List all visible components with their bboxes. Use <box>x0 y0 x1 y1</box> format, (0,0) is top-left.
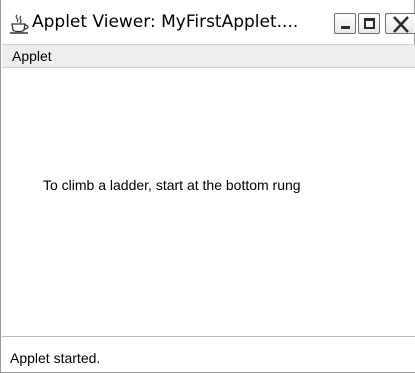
menu-applet[interactable]: Applet <box>12 48 52 64</box>
minimize-button[interactable] <box>334 13 356 34</box>
minimize-icon <box>341 26 350 29</box>
menu-bar: Applet <box>2 44 415 68</box>
close-button[interactable] <box>385 13 415 34</box>
java-coffee-cup-icon[interactable] <box>8 13 30 35</box>
maximize-icon <box>364 18 375 29</box>
close-icon <box>393 16 409 33</box>
status-bar: Applet started. <box>2 336 415 372</box>
applet-canvas: To climb a ladder, start at the bottom r… <box>2 68 415 336</box>
status-text: Applet started. <box>10 350 101 366</box>
applet-message: To climb a ladder, start at the bottom r… <box>43 177 301 193</box>
title-bar[interactable]: Applet Viewer: MyFirstApplet.... <box>1 0 415 44</box>
window-title: Applet Viewer: MyFirstApplet.... <box>32 12 299 32</box>
applet-viewer-window: Applet Viewer: MyFirstApplet.... Applet … <box>0 0 415 373</box>
maximize-button[interactable] <box>358 13 380 34</box>
